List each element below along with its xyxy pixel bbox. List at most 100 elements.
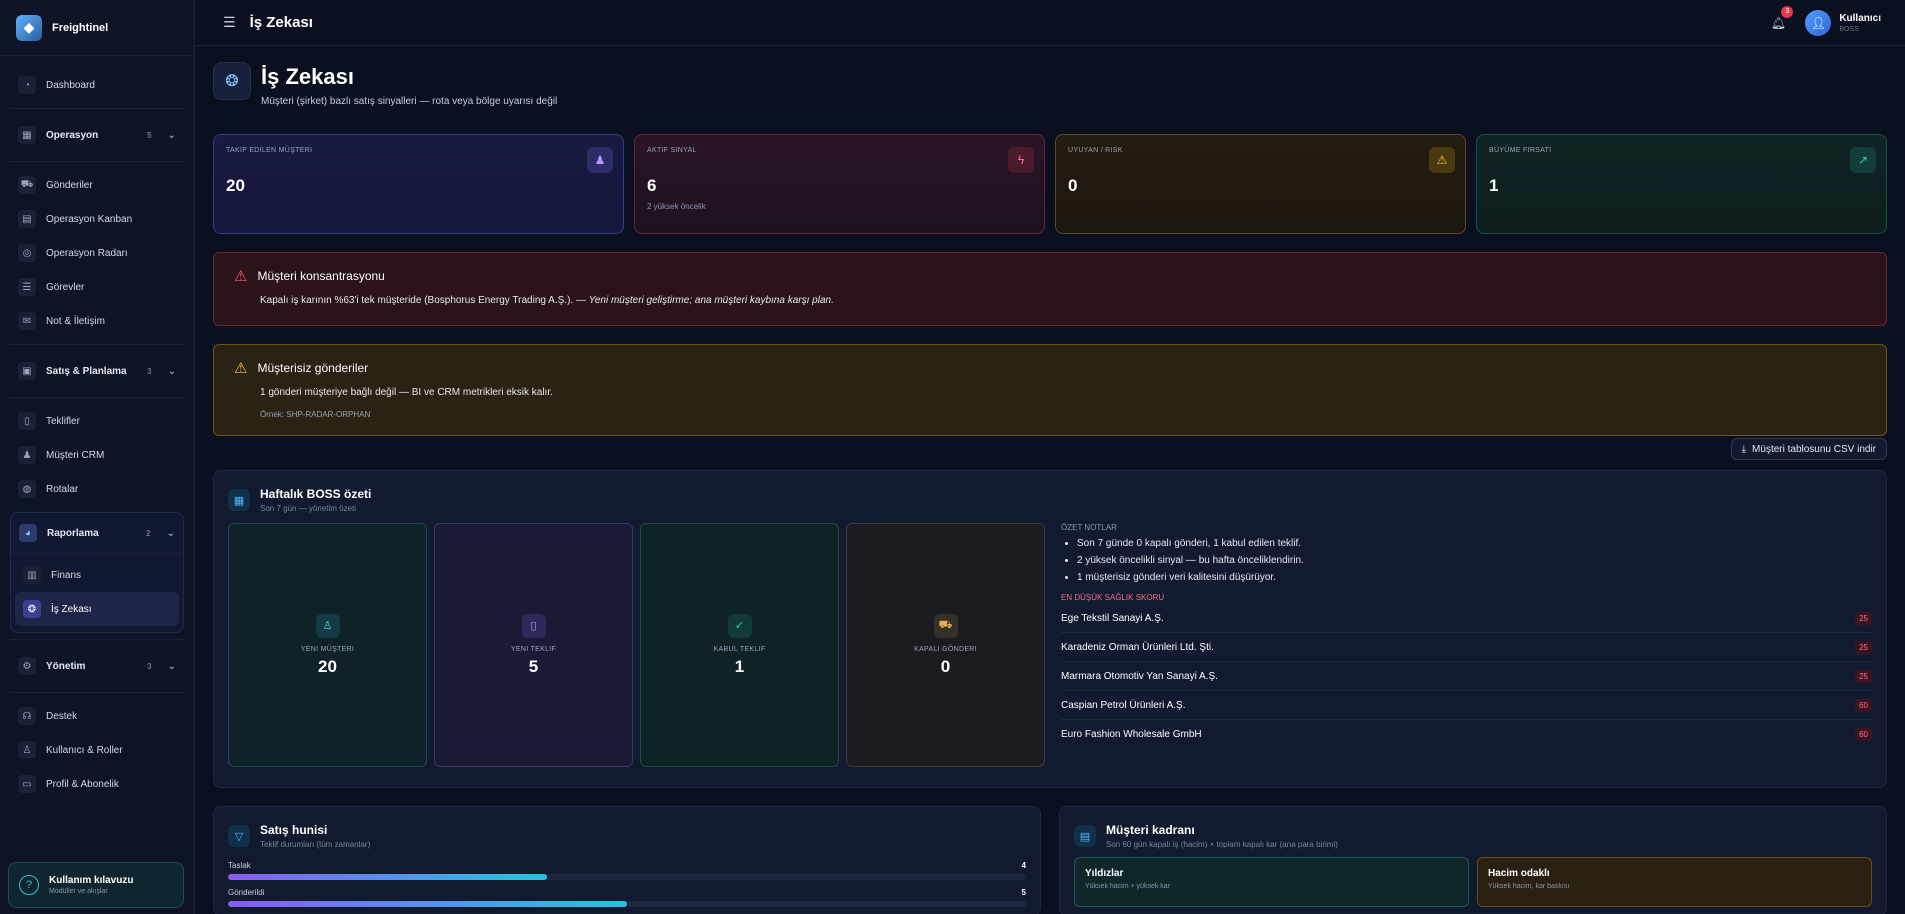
sidebar-group-yonetim[interactable]: ⚙ Yönetim 3 ⌄ — [10, 646, 184, 686]
kpi-label: TAKIP EDILEN MÜŞTERI — [226, 147, 313, 154]
sidebar-item-label: Finans — [51, 569, 82, 581]
sidebar-item-profil[interactable]: ▭ Profil & Abonelik — [10, 767, 184, 801]
kpi-label: BÜYÜME FIRSATI — [1489, 147, 1552, 154]
segment-volume-focused[interactable]: Hacim odaklı Yüksek hacim, kar baskısı — [1477, 857, 1872, 907]
sidebar-item-radar[interactable]: ◎ Operasyon Radarı — [10, 236, 184, 270]
page-title: İş Zekası — [261, 64, 354, 89]
sidebar-group-operasyon[interactable]: ▦ Operasyon 5 ⌄ — [10, 115, 184, 155]
sidebar-item-dashboard[interactable]: ◔ Dashboard — [10, 68, 184, 102]
sidebar-item-finans[interactable]: ▥ Finans — [15, 558, 179, 592]
funnel-bar-fill — [228, 901, 627, 907]
sidebar-item-not[interactable]: ✉ Not & İletişim — [10, 304, 184, 338]
section-title: Satış hunisi — [260, 823, 328, 837]
warning-icon: ⚠ — [234, 360, 248, 377]
list-item[interactable]: Euro Fashion Wholesale GmbH 60 — [1061, 720, 1872, 749]
lowest-health-heading: EN DÜŞÜK SAĞLIK SKORU — [1061, 593, 1165, 602]
menu-icon[interactable]: ☰ — [223, 14, 236, 31]
divider — [10, 108, 184, 109]
sidebar-item-kullanici[interactable]: ♙ Kullanıcı & Roller — [10, 733, 184, 767]
trend-up-icon: ↗ — [1850, 147, 1876, 173]
section-title: Haftalık BOSS özeti — [260, 487, 372, 501]
csv-download-button[interactable]: ⤓ Müşteri tablosunu CSV indir — [1730, 438, 1887, 460]
bottom-panels: ▽ Satış hunisi Teklif durumları (tüm zam… — [213, 806, 1887, 914]
download-icon: ⤓ — [1741, 443, 1747, 455]
kpi-label: AKTIF SINYAL — [647, 147, 697, 154]
message-icon: ✉ — [18, 312, 36, 330]
sidebar-item-label: Gönderiler — [46, 179, 93, 191]
kpi-value: 20 — [226, 176, 245, 195]
summary-notes: ÖZET NOTLAR Son 7 günde 0 kapalı gönderi… — [1052, 523, 1872, 767]
sidebar-item-gorevler[interactable]: ☰ Görevler — [10, 270, 184, 304]
sidebar-item-destek[interactable]: ☊ Destek — [10, 699, 184, 733]
funnel-bar — [228, 901, 1026, 907]
alert-body: Kapalı iş karının %63'i tek müşteride (B… — [234, 295, 1866, 306]
boss-card-closed-shipments: ⛟ KAPALI GÖNDERI 0 — [846, 523, 1045, 767]
boss-card-new-quotes: ▯ YENI TEKLIF 5 — [434, 523, 633, 767]
sidebar-item-label: Operasyon Kanban — [46, 213, 133, 225]
customer-name: Karadeniz Orman Ürünleri Ltd. Şti. — [1061, 641, 1214, 653]
sidebar-item-label: Profil & Abonelik — [46, 778, 119, 790]
id-card-icon: ▭ — [18, 775, 36, 793]
funnel-bar — [228, 874, 1026, 880]
sidebar-group-satis[interactable]: ▣ Satış & Planlama 3 ⌄ — [10, 351, 184, 391]
lowest-health-list: Ege Tekstil Sanayi A.Ş. 25 Karadeniz Orma… — [1061, 604, 1872, 749]
users-icon: ♟ — [18, 446, 36, 464]
boss-card-accepted-quotes: ✓ KABUL TEKLIF 1 — [640, 523, 839, 767]
sidebar-item-teklifler[interactable]: ▯ Teklifler — [10, 404, 184, 438]
radar-icon: ◎ — [18, 244, 36, 262]
notification-button[interactable]: 🔔︎ 3 — [1767, 5, 1794, 34]
health-score-badge: 60 — [1855, 728, 1872, 741]
alert-title: Müşteri konsantrasyonu — [257, 269, 385, 283]
card-value: 0 — [940, 656, 951, 676]
health-score-badge: 25 — [1855, 611, 1872, 625]
notification-badge: 3 — [1781, 5, 1794, 18]
customer-name: Caspian Petrol Ürünleri A.Ş. — [1061, 699, 1186, 711]
card-value: 1 — [734, 656, 745, 676]
kpi-card-growth-opportunity: BÜYÜME FIRSATI 1 ↗ — [1476, 134, 1887, 234]
sidebar-item-label: Kullanıcı & Roller — [46, 744, 123, 756]
card-label: YENI TEKLIF — [510, 645, 557, 653]
user-guide-button[interactable]: ? Kullanım kılavuzu Modüller ve akışlar — [8, 862, 184, 908]
list-item[interactable]: Caspian Petrol Ürünleri A.Ş. 60 — [1061, 691, 1872, 720]
funnel-row: Taslak 4 — [228, 861, 1026, 880]
sales-funnel-panel: ▽ Satış hunisi Teklif durumları (tüm zam… — [213, 806, 1041, 914]
sidebar-item-label: Not & İletişim — [46, 315, 105, 327]
sidebar-group-box-raporlama: ◕ Raporlama 2 ⌄ ▥ Finans ❂ İş Zekası — [10, 512, 184, 633]
funnel-bar-fill — [228, 874, 548, 880]
list-item[interactable]: Marmara Otomotiv Yan Sanayi A.Ş. 25 — [1061, 662, 1872, 691]
brain-icon: ❂ — [213, 62, 251, 100]
segment-title: Yıldızlar — [1085, 868, 1124, 879]
card-label: KAPALI GÖNDERI — [914, 645, 977, 653]
divider — [10, 639, 184, 640]
health-score-badge: 25 — [1855, 640, 1872, 654]
list-item[interactable]: Karadeniz Orman Ürünleri Ltd. Şti. 25 — [1061, 633, 1872, 662]
sidebar-item-iszekasi[interactable]: ❂ İş Zekası — [15, 592, 179, 626]
funnel-value: 5 — [1021, 888, 1026, 897]
sidebar-item-kanban[interactable]: ▤ Operasyon Kanban — [10, 202, 184, 236]
divider — [10, 344, 184, 345]
user-menu[interactable]: 👤︎ Kullanıcı BOSS — [1805, 9, 1881, 36]
note-item: 2 yüksek öncelikli sinyal — bu hafta önc… — [1077, 555, 1872, 566]
brain-icon: ❂ — [23, 600, 41, 618]
help-icon: ? — [19, 875, 39, 895]
operations-icon: ▦ — [18, 126, 36, 144]
brand[interactable]: ◆ Freightinel — [0, 0, 194, 56]
list-item[interactable]: Ege Tekstil Sanayi A.Ş. 25 — [1061, 604, 1872, 633]
gear-icon: ⚙ — [18, 657, 36, 675]
segment-subtitle: Yüksek hacim, kar baskısı — [1488, 883, 1570, 890]
sidebar-item-rotalar[interactable]: ◍ Rotalar — [10, 472, 184, 506]
segment-title: Hacim odaklı — [1488, 868, 1550, 879]
sidebar-item-label: İş Zekası — [51, 603, 92, 615]
divider — [11, 553, 183, 554]
csv-row: ⤓ Müşteri tablosunu CSV indir — [213, 438, 1887, 460]
chevron-down-icon: ⌄ — [167, 129, 176, 141]
sidebar-item-crm[interactable]: ♟ Müşteri CRM — [10, 438, 184, 472]
truck-icon: ⛟ — [933, 613, 958, 638]
divider — [10, 397, 184, 398]
segment-stars[interactable]: Yıldızlar Yüksek hacim + yüksek kar — [1074, 857, 1469, 907]
funnel-icon: ▽ — [228, 825, 250, 847]
sidebar-item-label: Rotalar — [46, 483, 79, 495]
sidebar-item-gonderiler[interactable]: ⛟ Gönderiler — [10, 168, 184, 202]
sidebar-group-raporlama[interactable]: ◕ Raporlama 2 ⌄ — [11, 513, 183, 553]
sidebar-item-label: Dashboard — [46, 79, 95, 91]
